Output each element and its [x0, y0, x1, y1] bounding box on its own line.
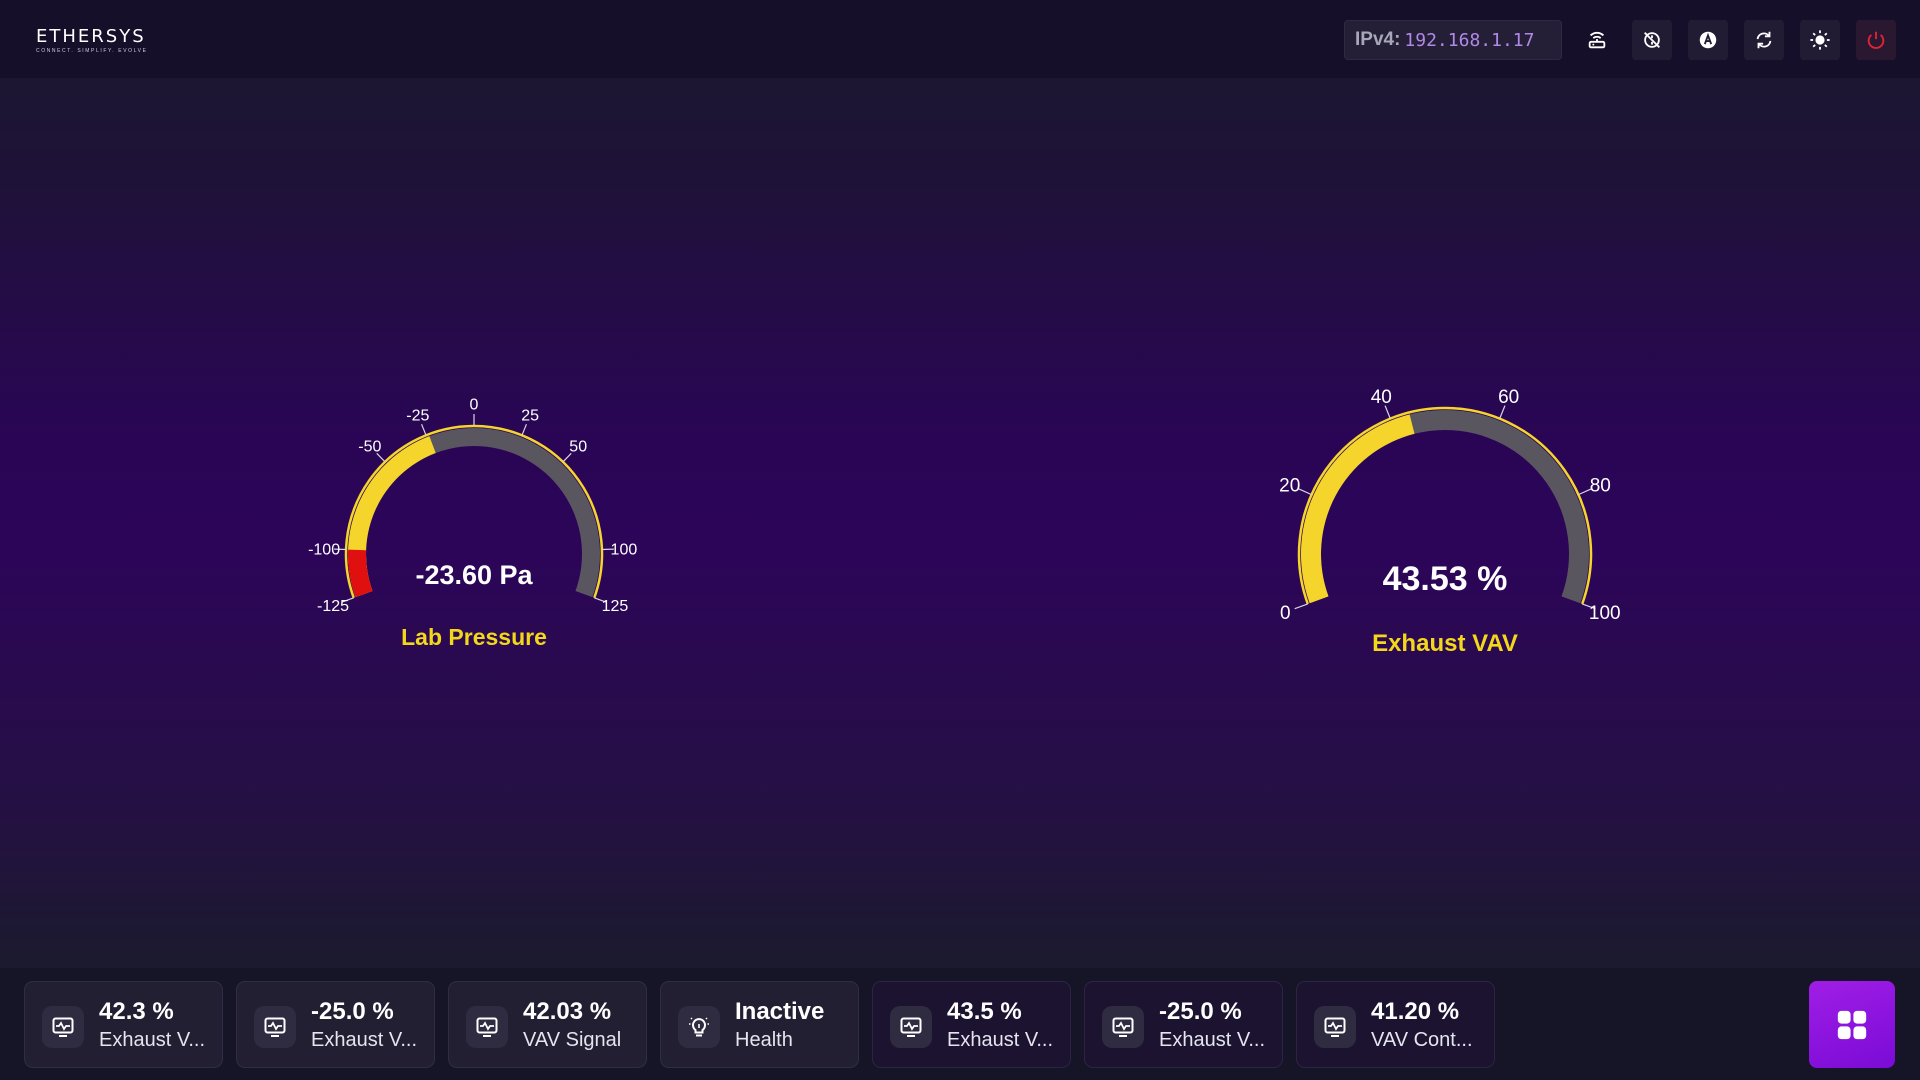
card-label: VAV Cont... — [1371, 1029, 1473, 1051]
gauge-tick-label: 125 — [602, 598, 629, 615]
lab-pressure-value: -23.60 Pa — [415, 560, 533, 590]
card-label: Exhaust V... — [1159, 1029, 1265, 1051]
lab-pressure-gauge-svg: -125 -100 -50 -25 0 25 50 100 125 — [308, 397, 638, 615]
status-card-3[interactable]: 42.03 % VAV Signal — [448, 981, 647, 1068]
status-card-1[interactable]: 42.3 % Exhaust V... — [24, 981, 223, 1068]
lab-pressure-gauge: -125 -100 -50 -25 0 25 50 100 125 -23.60 Pa Lab … — [274, 380, 674, 660]
network-button[interactable] — [1577, 20, 1617, 60]
exhaust-vav-title: Exhaust VAV — [1372, 630, 1518, 657]
auto-mode-icon — [1699, 31, 1717, 49]
gauge-tick-label: 0 — [1280, 603, 1291, 624]
gauge-tick-label: 80 — [1590, 476, 1611, 497]
app-menu-button[interactable] — [1809, 981, 1895, 1068]
brightness-button[interactable] — [1800, 20, 1840, 60]
apps-grid-icon — [1837, 1010, 1867, 1039]
monitor-heart-icon — [1102, 1006, 1144, 1048]
gauge-tick-label: 100 — [1589, 603, 1621, 624]
gauge-tick-label: -125 — [317, 598, 349, 615]
sync-disabled-icon — [1644, 32, 1660, 48]
auto-mode-button[interactable] — [1688, 20, 1728, 60]
status-card-2[interactable]: -25.0 % Exhaust V... — [236, 981, 435, 1068]
sync-disabled-button[interactable] — [1632, 20, 1672, 60]
gauge-tick-label: 40 — [1371, 387, 1392, 408]
status-card-6[interactable]: -25.0 % Exhaust V... — [1084, 981, 1283, 1068]
status-card-7[interactable]: 41.20 % VAV Cont... — [1296, 981, 1495, 1068]
refresh-icon — [1756, 31, 1772, 49]
ip-value: 192.168.1.17 — [1404, 29, 1535, 51]
gauge-tick-label: -25 — [406, 408, 429, 425]
ip-label: IPv4: — [1355, 29, 1401, 50]
refresh-button[interactable] — [1744, 20, 1784, 60]
ethersys-logo: ETHERSYS CONNECT. SIMPLIFY. EVOLVE — [36, 26, 148, 54]
ip-address-display: IPv4: 192.168.1.17 — [1344, 20, 1562, 60]
lab-pressure-title: Lab Pressure — [401, 624, 547, 650]
monitor-heart-icon — [1314, 1006, 1356, 1048]
logo-tagline: CONNECT. SIMPLIFY. EVOLVE — [36, 48, 148, 54]
card-label: Exhaust V... — [947, 1029, 1053, 1051]
gauge-tick — [521, 423, 528, 436]
power-icon — [1867, 31, 1885, 49]
gauge-tick — [1298, 488, 1312, 496]
gauge-tick — [420, 423, 427, 436]
gauge-tick — [1294, 603, 1309, 610]
gauge-tick-label: 100 — [611, 541, 638, 558]
card-value: -25.0 % — [311, 998, 394, 1025]
status-card-5[interactable]: 43.5 % Exhaust V... — [872, 981, 1071, 1068]
card-label: Health — [735, 1029, 793, 1051]
gauge-tick-label: 25 — [521, 408, 539, 425]
top-bar: ETHERSYS CONNECT. SIMPLIFY. EVOLVE IPv4:… — [0, 0, 1920, 78]
exhaust-vav-gauge-svg: 0 20 40 60 80 100 — [1279, 387, 1621, 624]
gauge-tick-label: 60 — [1498, 387, 1519, 408]
card-label: VAV Signal — [523, 1029, 622, 1051]
power-button[interactable] — [1856, 20, 1896, 60]
gauge-tick-label: 50 — [569, 439, 587, 456]
lightbulb-icon — [678, 1006, 720, 1048]
gauge-tick-label: -50 — [358, 439, 381, 456]
card-label: Exhaust V... — [311, 1029, 417, 1051]
router-icon — [1588, 31, 1606, 49]
gauge-tick-label: -100 — [308, 541, 340, 558]
monitor-heart-icon — [254, 1006, 296, 1048]
card-value: 41.20 % — [1371, 998, 1460, 1025]
card-value: 43.5 % — [947, 998, 1022, 1025]
card-value: 42.3 % — [99, 998, 174, 1025]
gauge-tick-label: 0 — [470, 397, 479, 414]
status-card-4[interactable]: Inactive Health — [660, 981, 859, 1068]
monitor-heart-icon — [890, 1006, 932, 1048]
card-value: Inactive — [735, 998, 825, 1025]
card-value: -25.0 % — [1159, 998, 1242, 1025]
monitor-heart-icon — [42, 1006, 84, 1048]
card-label: Exhaust V... — [99, 1029, 205, 1051]
gauge-tick-label: 20 — [1279, 476, 1300, 497]
brightness-icon — [1810, 30, 1830, 50]
card-value: 42.03 % — [523, 998, 612, 1025]
monitor-heart-icon — [466, 1006, 508, 1048]
logo-text: ETHERSYS — [36, 26, 146, 47]
exhaust-vav-value: 43.53 % — [1382, 560, 1508, 598]
exhaust-vav-gauge: 0 20 40 60 80 100 43.53 % Exhaust VAV — [1245, 366, 1645, 666]
